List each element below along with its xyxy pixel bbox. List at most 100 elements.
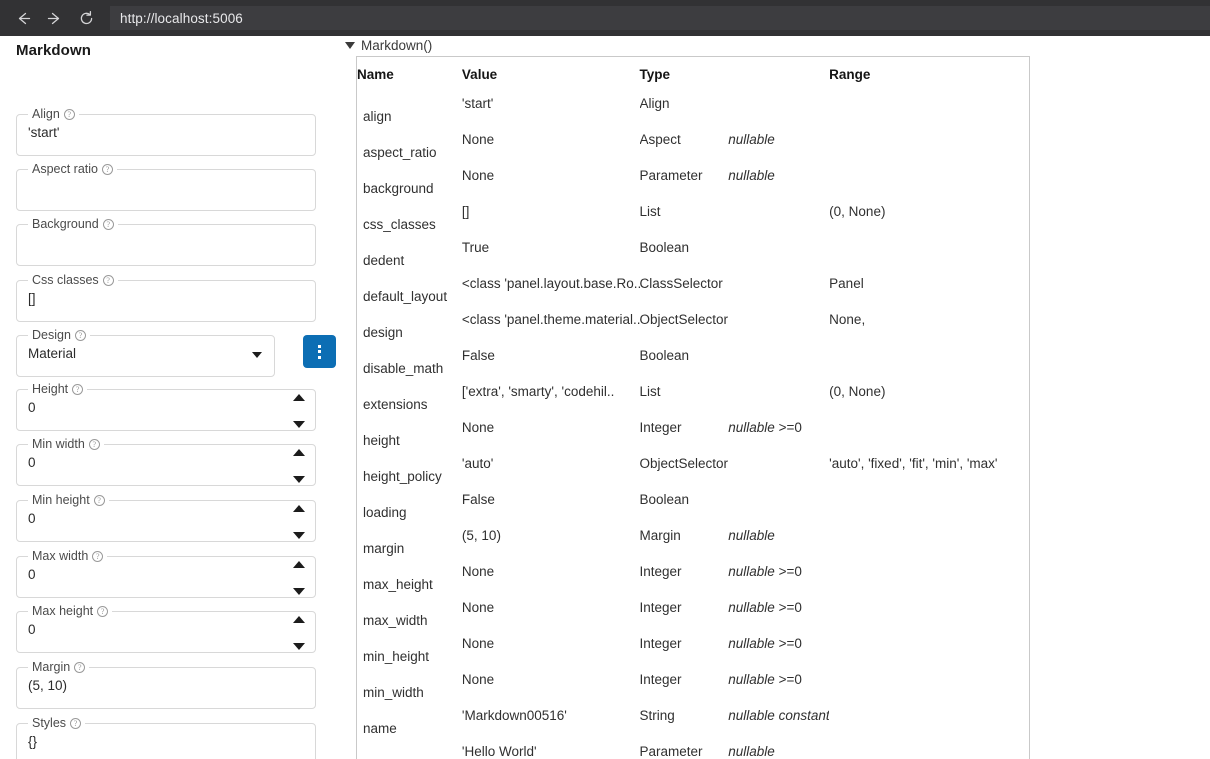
input-height[interactable]: Height? 0 (16, 382, 316, 431)
help-icon[interactable]: ? (74, 662, 86, 673)
spinner-decrement-icon[interactable] (293, 643, 305, 650)
constraint-flag: nullable (728, 564, 775, 579)
table-row: height None Integer nullable >=0 (357, 414, 1029, 450)
constraint-operator: >=0 (774, 564, 802, 579)
cell-param-type: ClassSelector (639, 276, 723, 291)
help-icon[interactable]: ? (72, 384, 84, 395)
spinner-controls (292, 561, 306, 595)
widget-row-min-width: Min width? 0 (16, 437, 316, 486)
input-label-text: Max height (32, 604, 94, 618)
input-label-text: Height (32, 382, 69, 396)
cell-param-value: None (461, 564, 495, 579)
browser-toolbar: http://localhost:5006 (0, 0, 1210, 36)
spinner-decrement-icon[interactable] (293, 476, 305, 483)
table-row: aspect_ratio None Aspect nullable (357, 126, 1029, 162)
cell-param-constraint: nullable constant (728, 702, 829, 738)
cell-param-constraint: nullable >=0 (728, 414, 829, 450)
cell-param-range (829, 558, 1029, 594)
reload-icon[interactable] (71, 2, 102, 34)
input-margin[interactable]: Margin? (5, 10) (16, 660, 316, 709)
table-row: min_height None Integer nullable >=0 (357, 630, 1029, 666)
help-icon[interactable]: ? (88, 439, 100, 450)
cell-param-value: False (461, 492, 495, 507)
spinner-controls (292, 505, 306, 539)
cell-param-type: Integer (639, 672, 682, 687)
input-design[interactable]: Design? Material (16, 328, 275, 377)
cell-param-name: design (363, 325, 403, 340)
cell-param-range: 'auto', 'fixed', 'fit', 'min', 'max' (829, 456, 998, 471)
cell-param-name: min_width (363, 685, 424, 700)
cell-param-range (829, 630, 1029, 666)
design-options-button[interactable] (303, 335, 336, 368)
spinner-increment-icon[interactable] (293, 394, 305, 401)
cell-param-range (829, 702, 1029, 738)
input-label-text: Min width (32, 437, 85, 451)
input-styles[interactable]: Styles? {} (16, 716, 316, 759)
cell-param-range: (0, None) (829, 384, 886, 399)
cell-param-type: Align (639, 96, 670, 111)
cell-param-type: List (639, 384, 661, 399)
cell-param-type: Parameter (639, 744, 703, 759)
help-icon[interactable]: ? (102, 275, 114, 286)
spinner-decrement-icon[interactable] (293, 532, 305, 539)
cell-param-value: 'Hello World' (461, 744, 537, 759)
cell-param-range (829, 594, 1029, 630)
help-icon[interactable]: ? (93, 495, 105, 506)
help-icon[interactable]: ? (70, 718, 82, 729)
param-panel-header[interactable]: Markdown() (345, 38, 432, 53)
table-row: min_width None Integer nullable >=0 (357, 666, 1029, 702)
chevron-down-icon[interactable] (252, 352, 262, 358)
input-background[interactable]: Background? (16, 217, 316, 266)
page-content: Markdown Align?'start' Aspect ratio? Backg… (0, 36, 1210, 759)
cell-param-name: css_classes (363, 217, 436, 232)
spinner-increment-icon[interactable] (293, 505, 305, 512)
cell-param-type: ObjectSelector (639, 456, 729, 471)
cell-param-value: None (461, 672, 495, 687)
forward-arrow-icon[interactable] (39, 2, 70, 34)
cell-param-type: Margin (639, 528, 681, 543)
widget-row-max-width: Max width? 0 (16, 549, 316, 598)
spinner-decrement-icon[interactable] (293, 421, 305, 428)
cell-param-constraint: nullable (728, 738, 829, 759)
column-header-name: Name (357, 67, 394, 82)
help-icon[interactable]: ? (102, 219, 114, 230)
table-row: max_height None Integer nullable >=0 (357, 558, 1029, 594)
input-css-classes[interactable]: Css classes? [] (16, 273, 316, 322)
input-align[interactable]: Align?'start' (16, 107, 316, 156)
cell-param-constraint: nullable (728, 162, 829, 198)
cell-param-constraint: nullable >=0 (728, 594, 829, 630)
spinner-controls (292, 616, 306, 650)
back-arrow-icon[interactable] (8, 2, 39, 34)
input-aspect-ratio[interactable]: Aspect ratio? (16, 162, 316, 211)
help-icon[interactable]: ? (92, 551, 104, 562)
widget-row-aspect-ratio: Aspect ratio? (16, 162, 316, 211)
cell-param-name: loading (363, 505, 407, 520)
cell-param-range: None, (829, 312, 866, 327)
cell-param-name: margin (363, 541, 405, 556)
help-icon[interactable]: ? (74, 330, 86, 341)
input-min-height[interactable]: Min height? 0 (16, 493, 316, 542)
input-min-width[interactable]: Min width? 0 (16, 437, 316, 486)
table-header-row: Name Value Type Range (357, 57, 1029, 90)
constraint-flag: nullable (728, 744, 775, 759)
spinner-increment-icon[interactable] (293, 561, 305, 568)
help-icon[interactable]: ? (63, 109, 75, 120)
spinner-decrement-icon[interactable] (293, 588, 305, 595)
help-icon[interactable]: ? (97, 606, 109, 617)
constraint-flag: nullable (728, 420, 775, 435)
cell-param-constraint: nullable (728, 522, 829, 558)
table-row: loading False Boolean (357, 486, 1029, 522)
address-bar[interactable]: http://localhost:5006 (109, 6, 1210, 30)
input-label: Design? (28, 328, 90, 342)
cell-param-constraint (728, 486, 829, 522)
spinner-increment-icon[interactable] (293, 449, 305, 456)
help-icon[interactable]: ? (102, 164, 114, 175)
input-label-text: Aspect ratio (32, 162, 99, 176)
cell-param-type: Boolean (639, 348, 690, 363)
input-max-height[interactable]: Max height? 0 (16, 604, 316, 653)
cell-param-constraint (728, 198, 829, 234)
cell-param-name: default_layout (363, 289, 448, 304)
input-max-width[interactable]: Max width? 0 (16, 549, 316, 598)
spinner-increment-icon[interactable] (293, 616, 305, 623)
cell-param-constraint (728, 306, 829, 342)
